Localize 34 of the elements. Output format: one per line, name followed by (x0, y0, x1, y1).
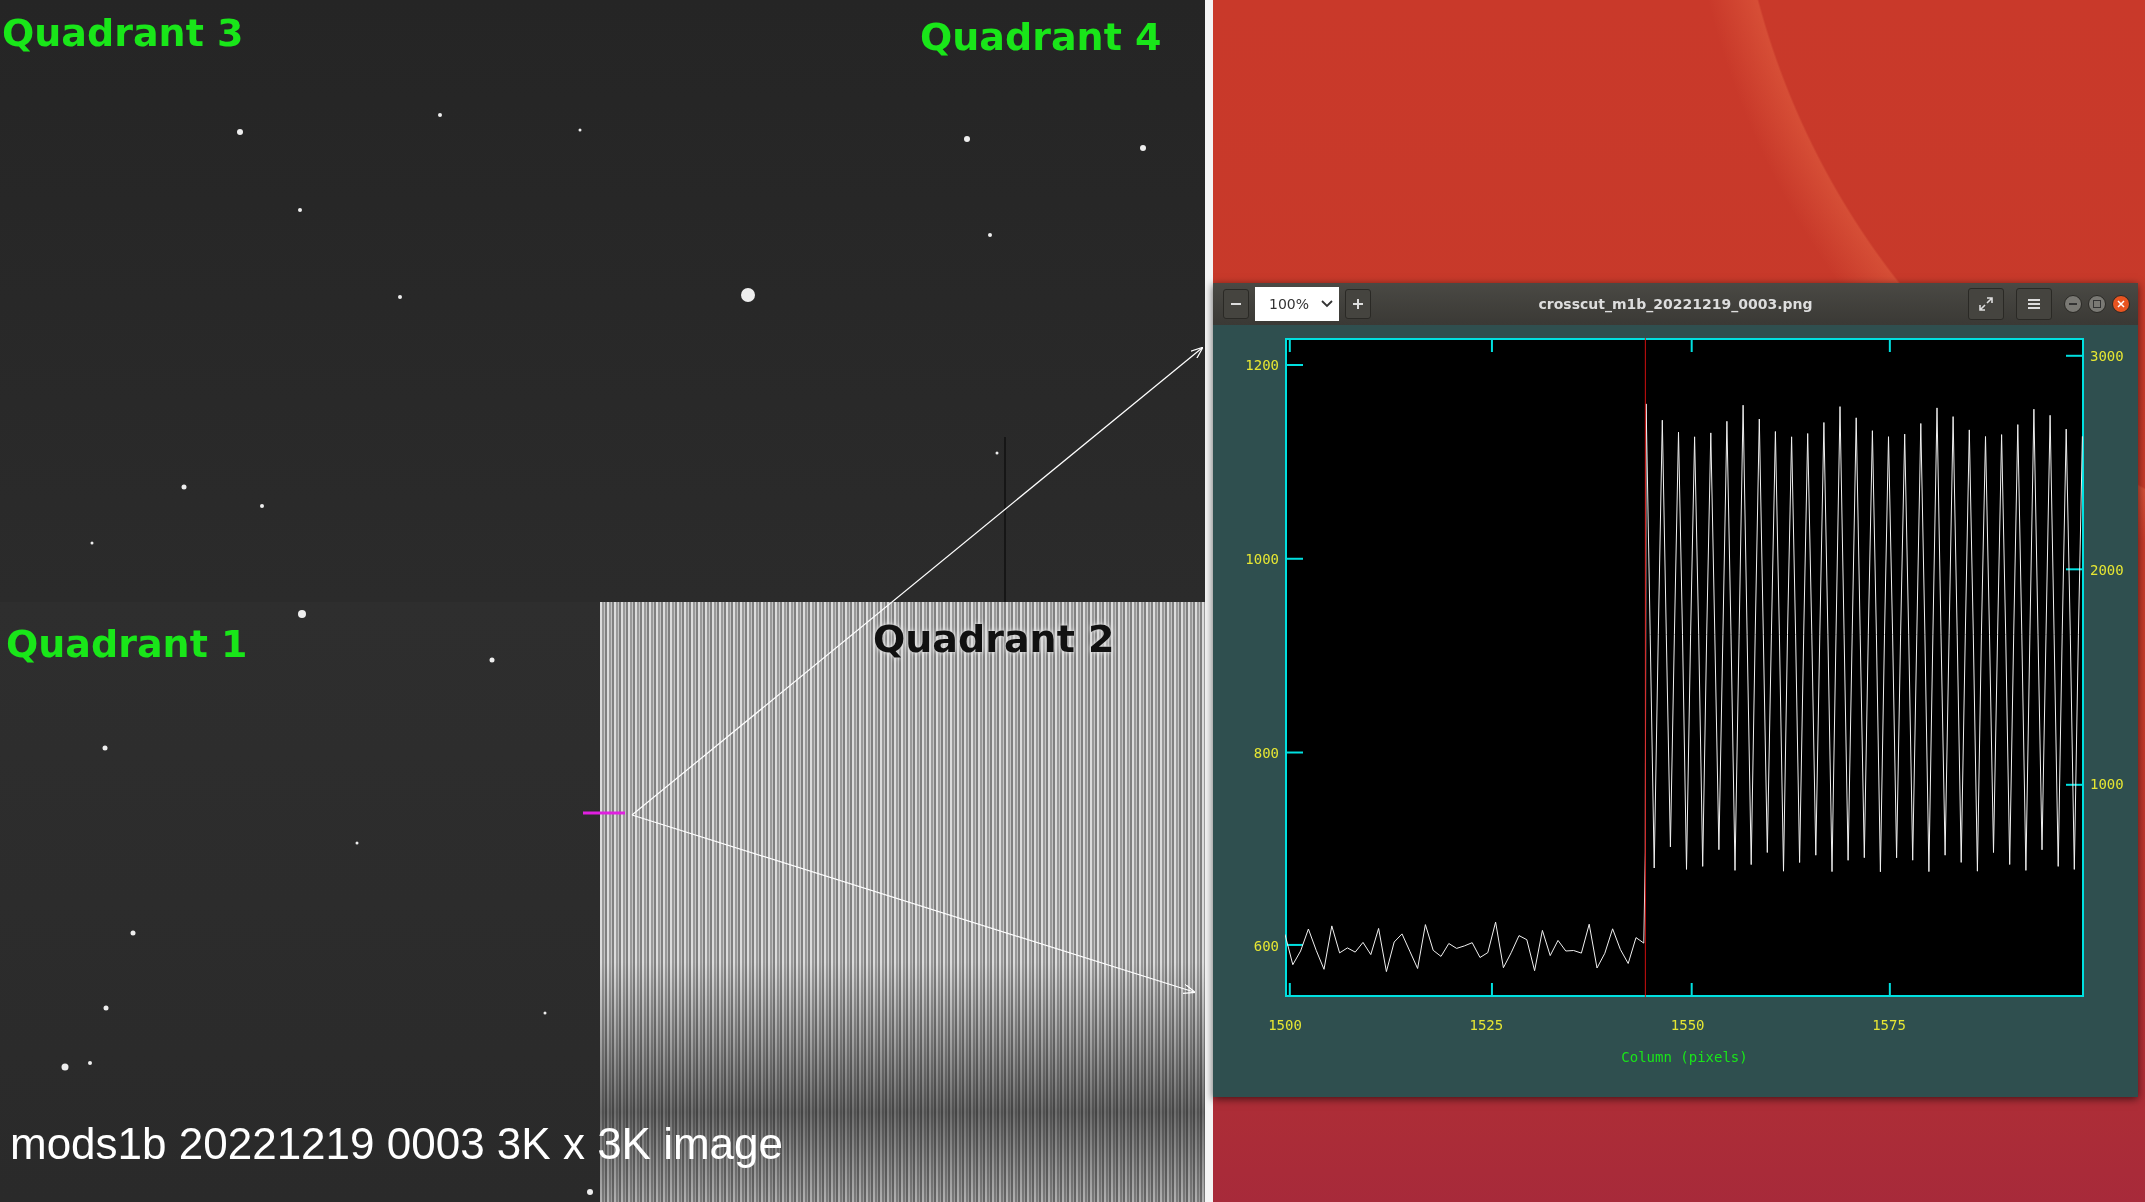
zoom-out-button[interactable] (1223, 289, 1249, 319)
chevron-down-icon (1321, 300, 1333, 308)
plus-icon (1353, 299, 1363, 309)
minimize-icon (2069, 303, 2077, 305)
minimize-button[interactable] (2064, 295, 2082, 313)
x-axis-tick-label: 1525 (1469, 1017, 1504, 1033)
y-axis-tick-label: 1000 (2090, 776, 2124, 793)
close-icon (2117, 300, 2125, 308)
window-title: crosscut_m1b_20221219_0003.png (1538, 296, 1813, 312)
quadrant-label: Quadrant 4 (920, 18, 1162, 56)
y-axis-tick-label: 2000 (2090, 561, 2124, 578)
maximize-icon (2093, 300, 2101, 308)
zoom-in-button[interactable] (1345, 289, 1371, 319)
zoom-dropdown[interactable]: 100% (1255, 287, 1339, 321)
x-axis-tick-label: 1550 (1670, 1017, 1705, 1033)
y-axis-tick-label: 800 (1253, 744, 1279, 761)
y-axis-tick-label: 1000 (1245, 550, 1279, 567)
menu-button[interactable] (2016, 288, 2052, 320)
quadrant-label: Quadrant 2 (873, 620, 1115, 658)
x-axis-tick-label: 1575 (1872, 1017, 1906, 1033)
menu-icon (2028, 299, 2040, 309)
maximize-button[interactable] (2088, 295, 2106, 313)
fullscreen-icon (1979, 297, 1993, 311)
y-axis-tick-label: 600 (1253, 938, 1279, 955)
y-axis-tick-label: 3000 (2090, 347, 2124, 364)
image-caption: mods1b 20221219 0003 3K x 3K image (10, 1120, 783, 1169)
x-axis-title: Column (pixels) (1621, 1049, 1748, 1067)
quadrant-label: Quadrant 1 (6, 625, 248, 663)
quadrant-label: Quadrant 3 (2, 14, 244, 52)
fullscreen-button[interactable] (1968, 288, 2004, 320)
cut-marker (583, 811, 625, 815)
y-axis-tick-label: 1200 (1245, 357, 1279, 373)
x-axis-tick-label: 1500 (1268, 1017, 1302, 1033)
close-button[interactable] (2112, 295, 2130, 313)
